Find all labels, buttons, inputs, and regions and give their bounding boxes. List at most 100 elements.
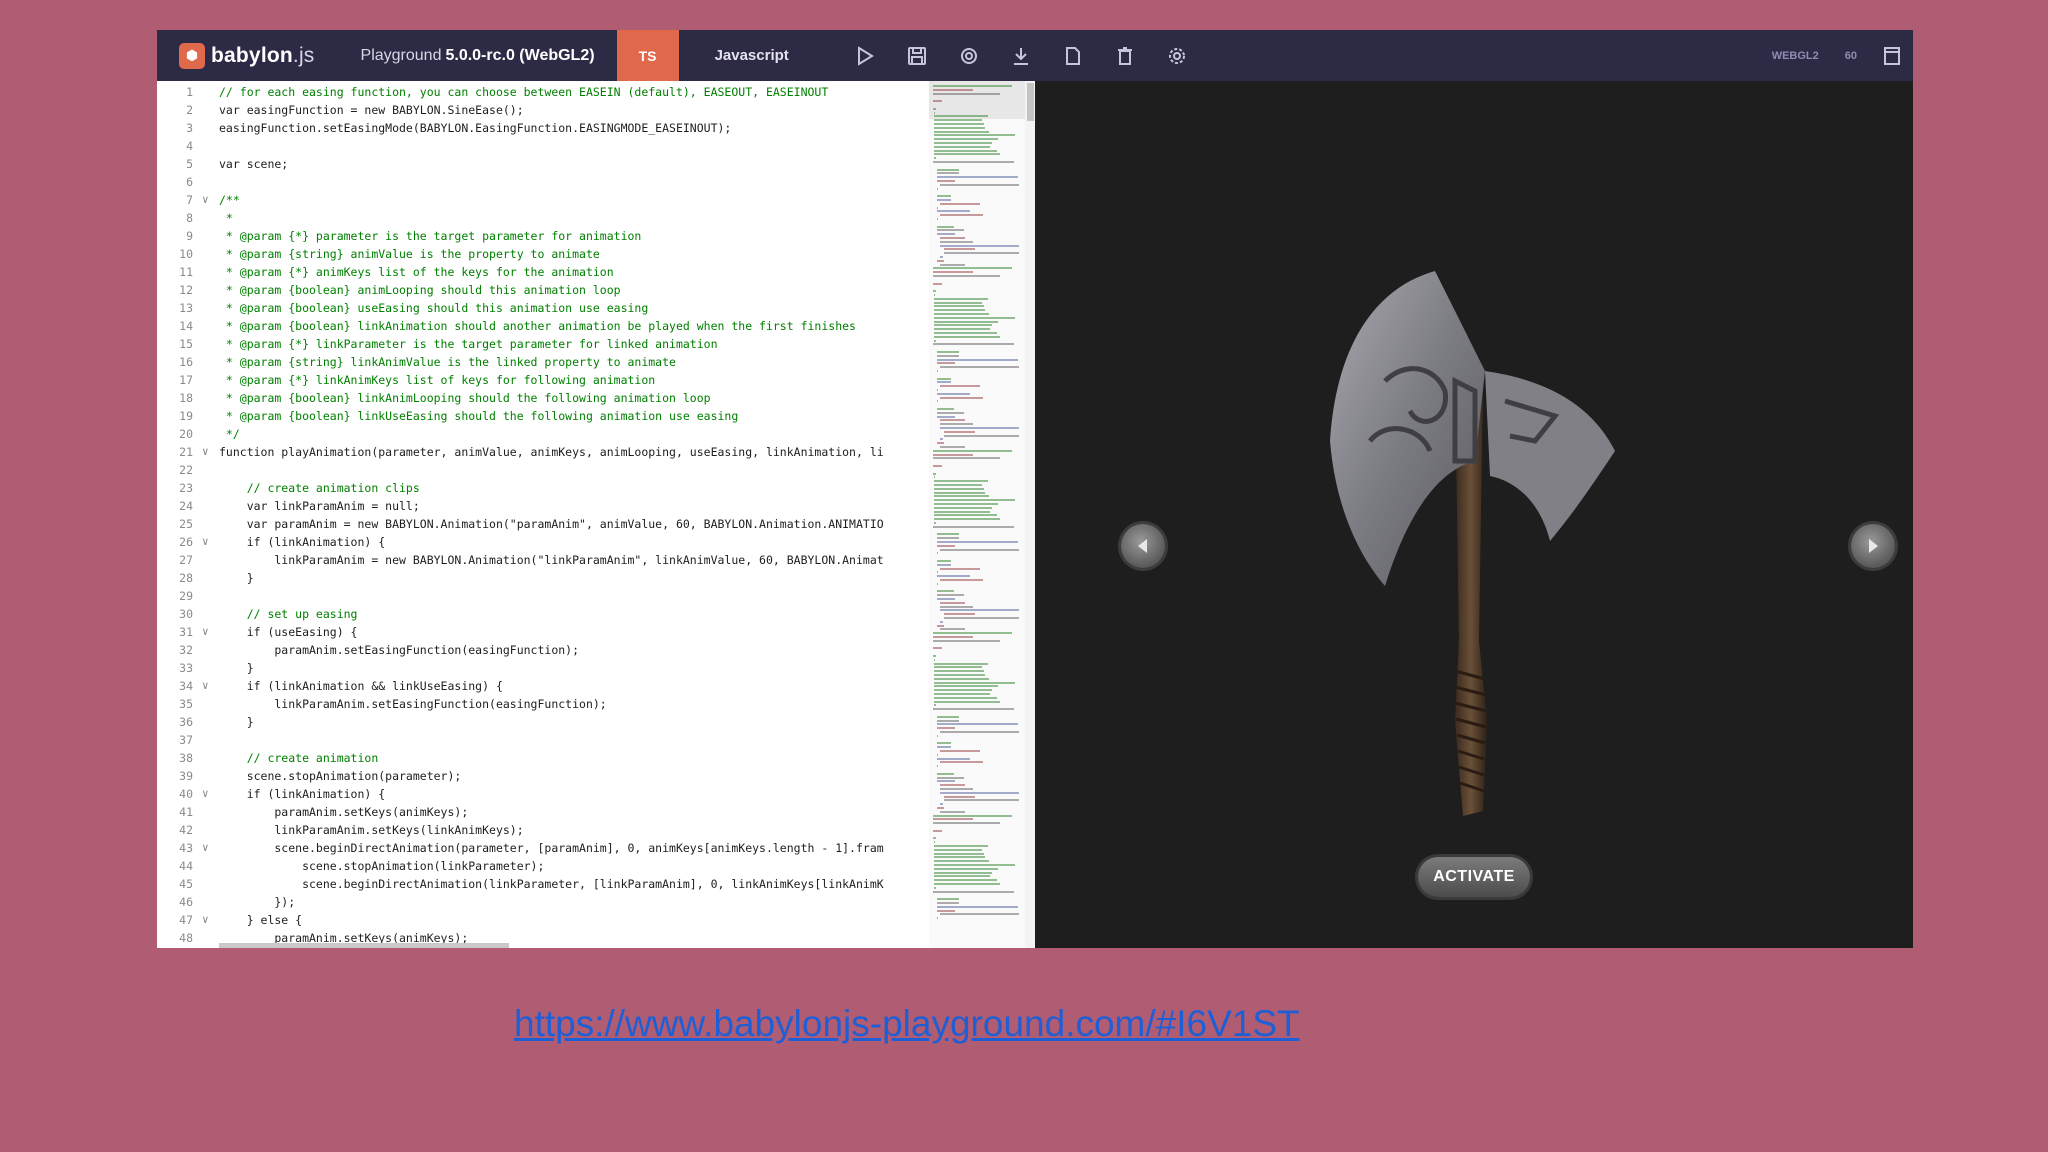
tab-javascript[interactable]: Javascript: [715, 47, 789, 64]
minimap[interactable]: [929, 81, 1025, 948]
code-line[interactable]: linkParamAnim.setKeys(linkAnimKeys);: [219, 821, 977, 839]
minimap-line: [943, 430, 976, 433]
code-line[interactable]: */: [219, 425, 977, 443]
download-button[interactable]: [995, 30, 1047, 81]
code-line[interactable]: if (linkAnimation) {: [219, 785, 977, 803]
code-line[interactable]: * @param {boolean} linkAnimLooping shoul…: [219, 389, 977, 407]
code-line[interactable]: * @param {*} parameter is the target par…: [219, 227, 977, 245]
code-line[interactable]: scene.stopAnimation(parameter);: [219, 767, 977, 785]
code-line[interactable]: linkParamAnim = new BABYLON.Animation("l…: [219, 551, 977, 569]
minimap-line: [936, 370, 938, 372]
code-line[interactable]: }: [219, 569, 977, 587]
code-line[interactable]: [219, 731, 977, 749]
code-line[interactable]: } else {: [219, 911, 977, 929]
minimap-line: [936, 199, 951, 201]
fold-chevron-icon[interactable]: ∨: [202, 533, 209, 551]
clear-button[interactable]: [1099, 30, 1151, 81]
code-line[interactable]: * @param {boolean} animLooping should th…: [219, 281, 977, 299]
minimap-line: [940, 214, 984, 217]
fold-chevron-icon[interactable]: ∨: [202, 623, 209, 641]
code-line[interactable]: var easingFunction = new BABYLON.SineEas…: [219, 101, 977, 119]
code-line[interactable]: if (linkAnimation) {: [219, 533, 977, 551]
vertical-scrollbar[interactable]: [1025, 81, 1035, 948]
code-line[interactable]: if (useEasing) {: [219, 623, 977, 641]
fullscreen-icon[interactable]: [1883, 46, 1901, 66]
code-line[interactable]: * @param {boolean} linkUseEasing should …: [219, 407, 977, 425]
line-number: 40: [179, 787, 193, 801]
code-line[interactable]: * @param {string} linkAnimValue is the l…: [219, 353, 977, 371]
code-line[interactable]: if (linkAnimation && linkUseEasing) {: [219, 677, 977, 695]
code-line[interactable]: var linkParamAnim = null;: [219, 497, 977, 515]
code-line[interactable]: var scene;: [219, 155, 977, 173]
code-line[interactable]: /**: [219, 191, 977, 209]
code-line[interactable]: *: [219, 209, 977, 227]
code-line[interactable]: paramAnim.setKeys(animKeys);: [219, 803, 977, 821]
code-line[interactable]: paramAnim.setEasingFunction(easingFuncti…: [219, 641, 977, 659]
fold-chevron-icon[interactable]: ∨: [202, 443, 209, 461]
minimap-line: [936, 392, 970, 395]
code-line[interactable]: });: [219, 893, 977, 911]
code-line[interactable]: scene.beginDirectAnimation(parameter, [p…: [219, 839, 977, 857]
prev-button[interactable]: [1121, 524, 1165, 568]
code-line[interactable]: * @param {*} animKeys list of the keys f…: [219, 263, 977, 281]
play-icon: [857, 45, 874, 66]
minimap-line: [936, 537, 960, 540]
line-number: 8: [186, 211, 193, 225]
code-line[interactable]: var paramAnim = new BABYLON.Animation("p…: [219, 515, 977, 533]
fold-chevron-icon[interactable]: ∨: [202, 677, 209, 695]
save-button[interactable]: [891, 30, 943, 81]
code-line[interactable]: function playAnimation(parameter, animVa…: [219, 443, 977, 461]
code-line[interactable]: [219, 173, 977, 191]
line-number: 7: [186, 193, 193, 207]
minimap-line: [933, 510, 990, 513]
code-editor[interactable]: 1 2 3 4 5 6 7 ∨ 8 9 10 11 12 13 14 15 16 17 18 19 20 21 ∨ 22 23 2…: [157, 81, 1035, 948]
code-line[interactable]: scene.beginDirectAnimation(linkParameter…: [219, 875, 977, 893]
code-line[interactable]: easingFunction.setEasingMode(BABYLON.Eas…: [219, 119, 977, 137]
code-line[interactable]: }: [219, 659, 977, 677]
fold-chevron-icon[interactable]: ∨: [202, 785, 209, 803]
vertical-scrollbar-thumb[interactable]: [1027, 83, 1034, 121]
tab-typescript[interactable]: TS: [616, 30, 679, 81]
line-number: 13: [179, 301, 193, 315]
settings-button[interactable]: [1151, 30, 1203, 81]
minimap-line: [933, 503, 998, 505]
code-line[interactable]: * @param {string} animValue is the prope…: [219, 245, 977, 263]
code-line[interactable]: [219, 587, 977, 605]
babylon-logo[interactable]: ⬢ babylon.js: [179, 42, 315, 69]
minimap-line: [940, 548, 1020, 551]
line-number: 14: [179, 319, 193, 333]
line-number: 27: [179, 553, 193, 567]
fps-counter: 60: [1844, 49, 1857, 62]
fold-chevron-icon[interactable]: ∨: [202, 911, 209, 929]
render-canvas[interactable]: ACTIVATE: [1035, 81, 1913, 948]
minimap-line: [936, 351, 960, 353]
horizontal-scrollbar[interactable]: [219, 943, 509, 948]
code-line[interactable]: // for each easing function, you can cho…: [219, 83, 977, 101]
fold-chevron-icon[interactable]: ∨: [202, 839, 209, 857]
minimap-line: [936, 411, 965, 414]
code-line[interactable]: * @param {*} linkAnimKeys list of keys f…: [219, 371, 977, 389]
code-line[interactable]: }: [219, 713, 977, 731]
inspector-button[interactable]: [943, 30, 995, 81]
playground-url-link[interactable]: https://www.babylonjs-playground.com/#I6…: [514, 1003, 1300, 1045]
code-line[interactable]: scene.stopAnimation(linkParameter);: [219, 857, 977, 875]
code-line[interactable]: * @param {boolean} linkAnimation should …: [219, 317, 977, 335]
code-line[interactable]: linkParamAnim.setEasingFunction(easingFu…: [219, 695, 977, 713]
activate-button[interactable]: ACTIVATE: [1418, 857, 1530, 897]
line-number: 12: [179, 283, 193, 297]
code-line[interactable]: // create animation clips: [219, 479, 977, 497]
code-line[interactable]: * @param {boolean} useEasing should this…: [219, 299, 977, 317]
code-area[interactable]: // for each easing function, you can cho…: [219, 81, 977, 948]
next-button[interactable]: [1851, 524, 1895, 568]
code-line[interactable]: [219, 137, 977, 155]
code-line[interactable]: [219, 461, 977, 479]
code-line[interactable]: // set up easing: [219, 605, 977, 623]
new-file-button[interactable]: [1047, 30, 1099, 81]
line-number: 36: [179, 715, 193, 729]
fold-chevron-icon[interactable]: ∨: [202, 191, 209, 209]
code-line[interactable]: * @param {*} linkParameter is the target…: [219, 335, 977, 353]
line-number: 33: [179, 661, 193, 675]
minimap-line: [936, 176, 1018, 179]
code-line[interactable]: // create animation: [219, 749, 977, 767]
play-button[interactable]: [839, 30, 891, 81]
